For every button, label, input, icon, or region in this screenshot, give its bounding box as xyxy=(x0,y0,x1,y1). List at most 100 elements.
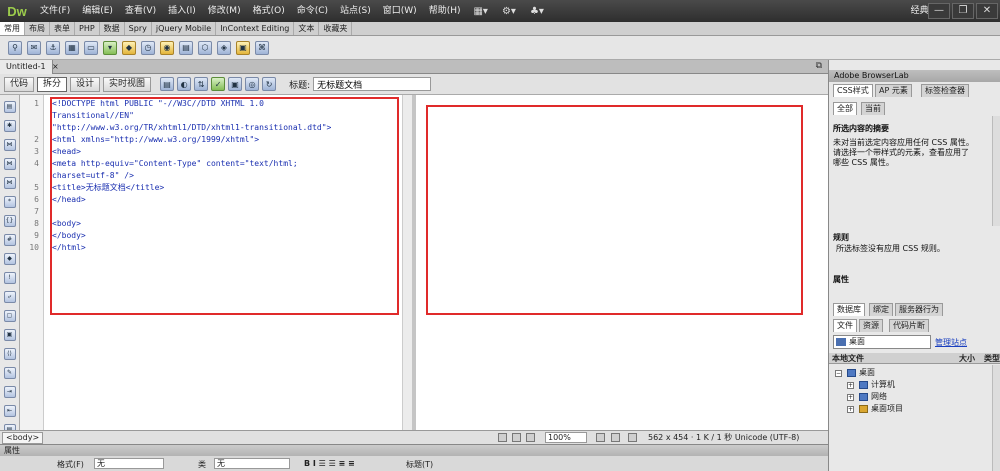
collapse-selection-icon[interactable]: ⋈ xyxy=(3,158,16,170)
tab-data[interactable]: 数据 xyxy=(100,22,125,35)
tree-item-computer[interactable]: 计算机 xyxy=(871,380,895,390)
text-format-buttons[interactable]: B I ☰ ☰ ≡ ≡ xyxy=(304,459,355,468)
menu-help[interactable]: 帮助(H) xyxy=(423,0,467,22)
check-browser-icon[interactable]: ✓ xyxy=(211,77,226,91)
live-view-button[interactable]: 实时视图 xyxy=(103,76,152,92)
word-wrap-icon[interactable]: ⤶ xyxy=(3,291,16,303)
desktop-size-icon[interactable] xyxy=(628,433,637,442)
comment-icon[interactable]: ▤ xyxy=(179,40,193,55)
script-icon[interactable]: ◈ xyxy=(217,40,231,55)
column-local-files[interactable]: 本地文件 xyxy=(832,353,864,364)
site-menu-icon[interactable]: ♣▾ xyxy=(523,6,551,17)
tab-css-styles[interactable]: CSS样式 xyxy=(833,84,873,97)
menu-insert[interactable]: 插入(I) xyxy=(162,0,202,22)
apply-comment-icon[interactable]: ▢ xyxy=(3,310,16,322)
tab-databases[interactable]: 数据库 xyxy=(833,303,865,316)
tab-bindings[interactable]: 绑定 xyxy=(869,303,893,316)
date-icon[interactable]: ◷ xyxy=(141,40,155,55)
tab-assets[interactable]: 资源 xyxy=(859,319,883,332)
highlight-invalid-icon[interactable]: ◆ xyxy=(3,253,16,265)
tab-files[interactable]: 文件 xyxy=(833,319,857,332)
title-input[interactable] xyxy=(313,77,432,91)
tab-server-behaviors[interactable]: 服务器行为 xyxy=(895,303,943,316)
named-anchor-icon[interactable]: ⚓ xyxy=(46,40,60,55)
visual-aids-icon[interactable]: ◎ xyxy=(245,77,260,91)
layout-menu-icon[interactable]: ▦▾ xyxy=(466,6,494,17)
tab-spry[interactable]: Spry xyxy=(125,22,152,35)
tree-item-desktop[interactable]: 桌面 xyxy=(859,368,875,378)
hand-tool-icon[interactable] xyxy=(512,433,521,442)
validate-icon[interactable]: ▣ xyxy=(228,77,243,91)
menu-edit[interactable]: 编辑(E) xyxy=(76,0,119,22)
collapse-icon[interactable]: − xyxy=(835,370,842,377)
wrap-tag-icon[interactable]: ⟨⟩ xyxy=(3,348,16,360)
browserlab-panel-header[interactable]: Adobe BrowserLab xyxy=(829,70,1000,82)
hyperlink-icon[interactable]: ⚲ xyxy=(8,40,22,55)
column-type[interactable]: 类型 xyxy=(984,353,1000,364)
code-view[interactable]: 1 2 3 4 5 6 7 8 9 10 <!DOCTYPE html PUBL… xyxy=(20,95,412,430)
tab-snippets[interactable]: 代码片断 xyxy=(889,319,929,332)
document-restore-icon[interactable]: ⧉ xyxy=(816,61,822,71)
design-view-button[interactable]: 设计 xyxy=(70,76,101,92)
tab-common[interactable]: 常用 xyxy=(0,22,25,35)
tab-incontext-editing[interactable]: InContext Editing xyxy=(216,22,295,35)
syntax-error-icon[interactable]: ! xyxy=(3,272,16,284)
format-select[interactable]: 无 xyxy=(94,458,164,469)
menu-file[interactable]: 文件(F) xyxy=(34,0,76,22)
tree-item-desktop-items[interactable]: 桌面项目 xyxy=(871,404,903,414)
tab-jquery-mobile[interactable]: jQuery Mobile xyxy=(152,22,217,35)
tag-chooser-icon[interactable]: ⌘ xyxy=(255,40,269,55)
tab-php[interactable]: PHP xyxy=(75,22,100,35)
table-icon[interactable]: ▦ xyxy=(65,40,79,55)
tab-ap-elements[interactable]: AP 元素 xyxy=(875,84,912,97)
class-select[interactable]: 无 xyxy=(214,458,290,469)
remove-comment-icon[interactable]: ▣ xyxy=(3,329,16,341)
file-management-icon[interactable]: ⇅ xyxy=(194,77,209,91)
zoom-select[interactable]: 100% xyxy=(545,432,587,443)
maximize-button[interactable]: ❐ xyxy=(952,3,974,19)
preview-browser-icon[interactable]: ◐ xyxy=(177,77,192,91)
move-css-icon[interactable]: ⇥ xyxy=(3,386,16,398)
tab-tag-inspector[interactable]: 标签检查器 xyxy=(921,84,969,97)
recent-snippets-icon[interactable]: ✎ xyxy=(3,367,16,379)
design-view[interactable] xyxy=(416,95,828,430)
menu-view[interactable]: 查看(V) xyxy=(119,0,162,22)
indent-code-icon[interactable]: ⇤ xyxy=(3,405,16,417)
expand-all-icon[interactable]: ⋈ xyxy=(3,177,16,189)
tab-favorites[interactable]: 收藏夹 xyxy=(319,22,353,35)
collapse-tag-icon[interactable]: ⋈ xyxy=(3,139,16,151)
multiscreen-icon[interactable]: ▤ xyxy=(160,77,175,91)
tag-selector[interactable]: <body> xyxy=(2,432,44,444)
manage-sites-link[interactable]: 管理站点 xyxy=(935,337,967,348)
menu-site[interactable]: 站点(S) xyxy=(334,0,377,22)
tab-text[interactable]: 文本 xyxy=(294,22,320,35)
media-icon[interactable]: ◆ xyxy=(122,40,136,55)
balance-braces-icon[interactable]: {} xyxy=(3,215,16,227)
code-view-button[interactable]: 代码 xyxy=(4,76,35,92)
document-tab[interactable]: Untitled-1 xyxy=(0,60,53,74)
refresh-icon[interactable]: ↻ xyxy=(262,77,277,91)
line-numbers-icon[interactable]: # xyxy=(3,234,16,246)
tab-forms[interactable]: 表单 xyxy=(50,22,75,35)
column-size[interactable]: 大小 xyxy=(959,353,975,364)
menu-commands[interactable]: 命令(C) xyxy=(291,0,334,22)
site-select[interactable]: 桌面 xyxy=(833,335,931,349)
files-scrollbar[interactable] xyxy=(992,365,1000,471)
template-icon[interactable]: ▣ xyxy=(236,40,250,55)
close-button[interactable]: ✕ xyxy=(976,3,998,19)
tree-item-network[interactable]: 网络 xyxy=(871,392,887,402)
open-documents-icon[interactable]: ▤ xyxy=(3,101,16,113)
div-icon[interactable]: ▭ xyxy=(84,40,98,55)
minimize-button[interactable]: — xyxy=(928,3,950,19)
menu-modify[interactable]: 修改(M) xyxy=(202,0,247,22)
menu-window[interactable]: 窗口(W) xyxy=(377,0,423,22)
tablet-size-icon[interactable] xyxy=(611,433,620,442)
zoom-tool-icon[interactable] xyxy=(526,433,535,442)
show-code-navigator-icon[interactable]: ✱ xyxy=(3,120,16,132)
phone-size-icon[interactable] xyxy=(596,433,605,442)
head-icon[interactable]: ⬡ xyxy=(198,40,212,55)
select-parent-tag-icon[interactable]: * xyxy=(3,196,16,208)
expand-icon[interactable]: + xyxy=(847,406,854,413)
code-scrollbar[interactable] xyxy=(402,95,412,430)
split-view-button[interactable]: 拆分 xyxy=(37,76,68,92)
